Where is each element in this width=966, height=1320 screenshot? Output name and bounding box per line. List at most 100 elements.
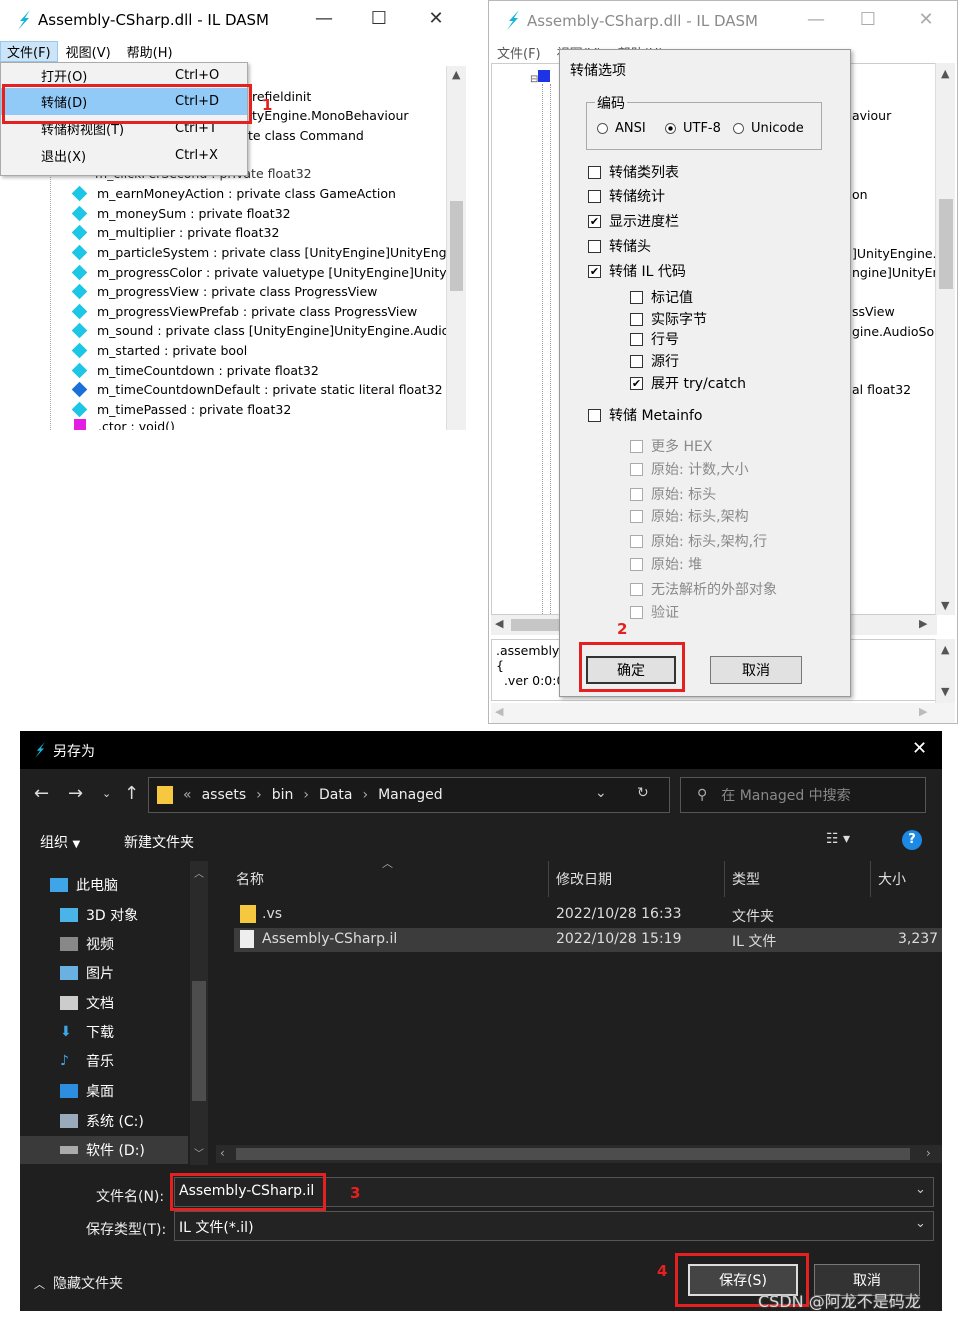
menu-item-dump[interactable]: 转储(D) Ctrl+D — [1, 88, 247, 115]
forward-icon[interactable]: → — [68, 783, 83, 804]
search-input[interactable]: ⚲ 在 Managed 中搜索 — [680, 777, 926, 813]
up-icon[interactable]: ↑ — [124, 783, 139, 804]
checkbox-dump-stats[interactable]: 转储统计 — [588, 186, 665, 206]
preview-scrollbar[interactable]: ▲ ▼ — [935, 639, 955, 703]
checkbox-source-lines[interactable]: 源行 — [630, 351, 679, 371]
tree-row[interactable]: m_timeCountdown : private float32 — [70, 360, 446, 380]
sidebar-item-drive-d[interactable]: 软件 (D:) — [20, 1136, 188, 1164]
close-icon[interactable]: ✕ — [911, 9, 941, 30]
sidebar-item-desktop[interactable]: 桌面 — [60, 1081, 114, 1101]
sidebar-item-documents[interactable]: 文档 — [60, 993, 114, 1013]
checkbox-actual-bytes[interactable]: 实际字节 — [630, 309, 707, 329]
step-number: 3 — [350, 1184, 361, 1202]
tree-row[interactable]: m_progressColor : private valuetype [Uni… — [70, 262, 446, 282]
breadcrumb-item[interactable]: assets — [202, 787, 247, 803]
menu-item-open[interactable]: 打开(O) Ctrl+O — [1, 63, 247, 88]
step-number: 1 — [262, 96, 273, 114]
menu-file[interactable]: 文件(F) — [0, 40, 58, 62]
tree-row[interactable]: m_multiplier : private float32 — [70, 223, 446, 243]
cancel-button[interactable]: 取消 — [710, 656, 802, 684]
help-icon[interactable]: ? — [902, 830, 922, 850]
column-header-size[interactable]: 大小 — [878, 869, 906, 889]
menu-help[interactable]: 帮助(H) — [119, 42, 181, 61]
table-row[interactable]: .vs 2022/10/28 16:33 文件夹 — [216, 903, 942, 927]
hide-folders-toggle[interactable]: ︿ 隐藏文件夹 — [34, 1273, 123, 1293]
scroll-up-icon[interactable]: ▲ — [941, 67, 949, 80]
sidebar-item-music[interactable]: ♪ 音乐 — [60, 1051, 114, 1071]
field-icon — [71, 342, 88, 359]
tree-row[interactable]: m_progressView : private class ProgressV… — [70, 282, 446, 302]
static-field-icon — [71, 381, 88, 398]
menu-view[interactable]: 视图(V) — [58, 42, 119, 61]
breadcrumb-item[interactable]: bin — [272, 787, 294, 803]
filetype-label: 保存类型(T): — [86, 1222, 167, 1238]
column-header-date[interactable]: 修改日期 — [556, 869, 612, 889]
checkbox-line-numbers[interactable]: 行号 — [630, 329, 679, 349]
back-icon[interactable]: ← — [34, 783, 49, 804]
sidebar-item-3d-objects[interactable]: 3D 对象 — [60, 905, 138, 925]
tree-row[interactable]: m_progressViewPrefab : private class Pro… — [70, 302, 446, 322]
radio-ansi[interactable]: ANSI — [597, 121, 646, 136]
minimize-icon[interactable]: — — [801, 9, 831, 30]
checkbox-expand-try-catch[interactable]: ✔ 展开 try/catch — [630, 373, 746, 393]
maximize-icon[interactable]: ☐ — [853, 9, 883, 30]
address-bar[interactable]: « assets › bin › Data › Managed ⌄ ↻ — [148, 777, 670, 813]
breadcrumb-item[interactable]: Data — [319, 787, 352, 803]
sidebar-scrollbar[interactable]: ︿ ﹀ — [190, 861, 208, 1165]
chevron-down-icon[interactable]: ⌄ — [915, 1182, 926, 1197]
menu-file[interactable]: 文件(F) — [489, 43, 549, 62]
checkbox-dump-metainfo[interactable]: 转储 Metainfo — [588, 405, 702, 425]
view-options-icon[interactable]: ☷ ▾ — [826, 831, 850, 847]
close-icon[interactable]: ✕ — [421, 8, 451, 29]
maximize-icon[interactable]: ☐ — [364, 8, 394, 29]
menu-item-dump-tree[interactable]: 转储树视图(T) Ctrl+T — [1, 115, 247, 142]
tree-row[interactable]: m_timeCountdownDefault : private static … — [70, 380, 446, 400]
vertical-scrollbar[interactable]: ▲ ▼ — [935, 63, 955, 615]
column-header-type[interactable]: 类型 — [732, 869, 760, 889]
recent-dropdown-icon[interactable]: ⌄ — [102, 787, 111, 800]
column-header-name[interactable]: 名称 — [236, 869, 264, 889]
chevron-down-icon[interactable]: ⌄ — [595, 785, 607, 801]
tree-row[interactable]: m_particleSystem : private class [UnityE… — [70, 243, 446, 263]
tree-row[interactable]: m_earnMoneyAction : private class GameAc… — [70, 184, 446, 204]
tree-row[interactable]: m_sound : private class [UnityEngine]Uni… — [70, 321, 446, 341]
file-size: 3,237 — [898, 931, 939, 947]
sidebar-item-pictures[interactable]: 图片 — [60, 963, 114, 983]
vertical-scrollbar[interactable]: ▲ — [446, 66, 466, 430]
tree-row[interactable]: m_timePassed : private float32 — [70, 400, 446, 420]
checkbox-show-progress[interactable]: ✔ 显示进度栏 — [588, 211, 679, 231]
menu-item-exit[interactable]: 退出(X) Ctrl+X — [1, 142, 247, 169]
filetype-select[interactable]: IL 文件(*.il) ⌄ — [174, 1211, 934, 1241]
tree-row[interactable]: m_moneySum : private float32 — [70, 204, 446, 224]
scroll-down-icon[interactable]: ▼ — [941, 599, 949, 612]
tree-row[interactable]: .ctor : void() — [70, 419, 446, 430]
new-folder-button[interactable]: 新建文件夹 — [124, 832, 194, 852]
close-icon[interactable]: ✕ — [912, 738, 927, 759]
checkbox-dump-il[interactable]: ✔ 转储 IL 代码 — [588, 261, 686, 281]
radio-unicode[interactable]: Unicode — [733, 121, 804, 136]
sidebar-item-videos[interactable]: 视频 — [60, 934, 114, 954]
table-row[interactable]: Assembly-CSharp.il 2022/10/28 15:19 IL 文… — [234, 928, 942, 952]
horizontal-scrollbar[interactable]: ‹ › — [216, 1145, 942, 1163]
sidebar-item-drive-c[interactable]: 系统 (C:) — [60, 1111, 144, 1131]
checkbox-dump-class-list[interactable]: 转储类列表 — [588, 162, 679, 182]
refresh-icon[interactable]: ↻ — [637, 785, 649, 801]
step-number: 2 — [617, 620, 628, 638]
filename-input[interactable]: Assembly-CSharp.il ⌄ — [174, 1177, 934, 1207]
radio-utf8[interactable]: UTF-8 — [665, 121, 721, 136]
checkbox-dump-header[interactable]: 转储头 — [588, 236, 651, 256]
tree-row[interactable]: m_started : private bool — [70, 341, 446, 361]
file-icon — [240, 930, 254, 948]
minimize-icon[interactable]: — — [309, 8, 339, 29]
file-name: .vs — [262, 906, 283, 922]
organize-button[interactable]: 组织 ▼ — [40, 832, 80, 852]
checkbox-token-values[interactable]: 标记值 — [630, 287, 693, 307]
breadcrumb-item[interactable]: Managed — [378, 787, 443, 803]
sidebar-item-this-pc[interactable]: 此电脑 — [50, 875, 118, 895]
sidebar-item-downloads[interactable]: ⬇ 下载 — [60, 1022, 114, 1042]
file-type: 文件夹 — [732, 909, 774, 925]
scroll-thumb[interactable] — [939, 199, 953, 289]
ok-button[interactable]: 确定 — [586, 656, 676, 684]
scroll-up-icon[interactable]: ▲ — [452, 68, 460, 81]
scroll-thumb[interactable] — [450, 201, 463, 291]
